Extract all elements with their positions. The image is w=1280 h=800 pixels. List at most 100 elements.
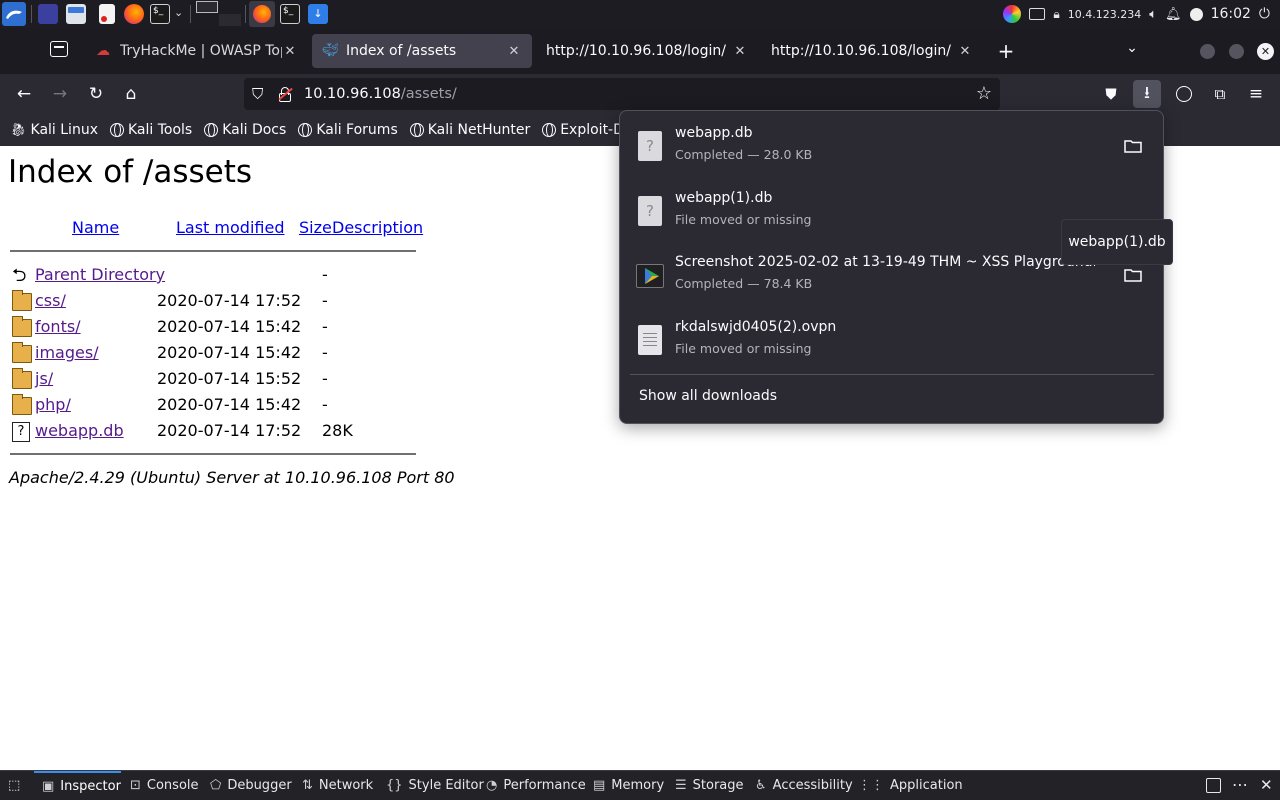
devtools-tab-network[interactable]: ⇅ Network xyxy=(302,771,373,800)
back-arrow-icon[interactable]: ← xyxy=(10,80,38,108)
home-icon[interactable]: ⌂ xyxy=(117,80,145,108)
url-bar[interactable]: ⛉ 10.10.96.108/assets/ ☆ xyxy=(244,78,1000,110)
download-item[interactable]: ? webapp.db Completed — 28.0 KB xyxy=(630,117,1154,181)
column-header-size[interactable]: Size xyxy=(299,218,332,237)
maximize-window-button[interactable] xyxy=(1229,44,1244,59)
bookmark-kali-docs[interactable]: Kali Docs xyxy=(204,122,286,138)
display-icon[interactable] xyxy=(1029,8,1046,20)
element-picker-icon[interactable]: ⬚ xyxy=(8,778,24,794)
text-editor-icon[interactable] xyxy=(99,4,115,24)
devtools-tab-memory[interactable]: ▤ Memory xyxy=(593,771,664,800)
file-link[interactable]: css/ xyxy=(35,291,66,310)
devtools-tab-label: Performance xyxy=(503,778,586,793)
devtools-tab-label: Memory xyxy=(611,778,665,793)
terminal-window-icon[interactable]: $_ xyxy=(280,4,300,24)
kali-menu-icon[interactable] xyxy=(2,2,26,26)
firefox-launcher-icon[interactable] xyxy=(124,4,144,24)
account-icon[interactable] xyxy=(1170,80,1198,108)
list-all-tabs-chevron-icon[interactable]: ⌄ xyxy=(1122,40,1142,60)
downloads-arrow-icon[interactable]: ⭳ xyxy=(1133,80,1161,108)
workspace-2[interactable] xyxy=(219,14,241,26)
devtools-tab-storage[interactable]: ☰ Storage xyxy=(675,771,744,800)
close-window-button[interactable]: ✕ xyxy=(1257,43,1274,60)
bookmark-kali-linux[interactable]: 🐉︎ Kali Linux xyxy=(10,122,98,138)
file-link[interactable]: js/ xyxy=(35,369,53,388)
workspace-icon[interactable] xyxy=(38,4,58,24)
downloads-folder-icon[interactable]: ↓ xyxy=(308,4,328,24)
open-folder-icon[interactable] xyxy=(1124,139,1142,153)
tab-close-icon[interactable]: ✕ xyxy=(506,44,522,59)
chevron-down-icon[interactable]: ⌄ xyxy=(174,6,183,19)
bookmark-kali-nethunter[interactable]: Kali NetHunter xyxy=(409,122,530,138)
download-status: File moved or missing xyxy=(675,341,812,356)
devtools-tab-style-editor[interactable]: {} Style Editor xyxy=(386,771,484,800)
color-picker-icon[interactable] xyxy=(1003,5,1022,23)
devtools-tab-label: Application xyxy=(890,778,963,793)
bookmark-kali-tools[interactable]: Kali Tools xyxy=(109,122,192,138)
devtools-tab-performance[interactable]: ◔ Performance xyxy=(486,771,586,800)
tab-title: TryHackMe | OWASP Top xyxy=(120,43,282,59)
power-icon[interactable]: ⏻ xyxy=(1259,6,1270,22)
extensions-puzzle-icon[interactable]: ⧉ xyxy=(1206,80,1234,108)
tab-tryhackme[interactable]: ☁ TryHackMe | OWASP Top ✕ xyxy=(86,34,308,68)
tab-index-assets[interactable]: 🐳︎ Index of /assets ✕ xyxy=(312,34,532,68)
column-header-name[interactable]: Name xyxy=(72,218,119,237)
forward-arrow-icon[interactable]: → xyxy=(46,80,74,108)
devtools-tab-debugger[interactable]: ⬠ Debugger xyxy=(210,771,292,800)
devtools-tab-console[interactable]: ⊡ Console xyxy=(130,771,199,800)
column-header-description[interactable]: Description xyxy=(332,218,423,237)
devtools-tab-inspector[interactable]: ▣ Inspector xyxy=(34,771,121,800)
show-all-downloads-button[interactable]: Show all downloads xyxy=(639,388,777,404)
file-manager-icon[interactable] xyxy=(66,4,86,24)
minimize-window-button[interactable] xyxy=(1200,44,1215,59)
style-editor-icon: {} xyxy=(386,778,403,793)
dock-side-icon[interactable] xyxy=(1206,778,1221,793)
unknown-file-icon: ? xyxy=(12,422,30,442)
devtools-tab-accessibility[interactable]: ♿︎ Accessibility xyxy=(755,771,853,800)
firefox-window-button[interactable] xyxy=(249,1,275,27)
vpn-lock-icon[interactable]: 🔒︎ xyxy=(1053,7,1059,22)
file-link[interactable]: php/ xyxy=(35,395,71,414)
tab-login-2[interactable]: http://10.10.96.108/login/ ✕ xyxy=(761,34,983,68)
tab-close-icon[interactable]: ✕ xyxy=(282,44,298,59)
parent-directory-icon: ⮌ xyxy=(12,265,27,286)
taskbar-clock: 16:02 xyxy=(1210,6,1251,22)
file-link[interactable]: fonts/ xyxy=(35,317,81,336)
close-devtools-icon[interactable]: ✕ xyxy=(1260,776,1273,794)
power-status-icon[interactable] xyxy=(1189,7,1203,21)
reload-icon[interactable]: ↻ xyxy=(82,80,110,108)
more-options-icon[interactable]: ⋯ xyxy=(1232,775,1248,794)
file-date: 2020-07-14 15:42 xyxy=(157,395,302,414)
file-date: 2020-07-14 17:52 xyxy=(157,291,302,310)
tab-close-icon[interactable]: ✕ xyxy=(957,44,973,59)
page-title: Index of /assets xyxy=(8,154,253,190)
hamburger-menu-icon[interactable]: ≡ xyxy=(1242,80,1270,108)
bookmark-star-icon[interactable]: ☆ xyxy=(976,83,992,104)
download-item[interactable]: rkdalswjd0405(2).ovpn File moved or miss… xyxy=(630,311,1154,375)
taskbar-separator xyxy=(31,5,32,23)
tab-login-1[interactable]: http://10.10.96.108/login/ ✕ xyxy=(536,34,758,68)
insecure-lock-icon[interactable] xyxy=(278,86,293,102)
file-size: - xyxy=(322,395,328,414)
tracking-shield-icon[interactable]: ⛉ xyxy=(252,85,268,103)
open-folder-icon[interactable] xyxy=(1124,268,1142,282)
file-link[interactable]: Parent Directory xyxy=(35,265,165,284)
globe-icon xyxy=(204,123,219,137)
pocket-icon[interactable]: ⛊ xyxy=(1097,80,1125,108)
volume-icon[interactable]: 🔈︎ xyxy=(1149,7,1157,22)
workspace-1[interactable] xyxy=(196,1,218,13)
devtools-tab-application[interactable]: ⋮⋮ Application xyxy=(858,771,963,800)
inspector-icon: ▣ xyxy=(42,779,55,794)
firefox-view-icon[interactable] xyxy=(50,41,68,57)
notification-bell-icon[interactable]: 🔔︎ xyxy=(1165,7,1182,22)
file-link[interactable]: webapp.db xyxy=(35,421,124,440)
tab-close-icon[interactable]: ✕ xyxy=(732,44,748,59)
file-date: 2020-07-14 15:42 xyxy=(157,343,302,362)
bookmark-kali-forums[interactable]: Kali Forums xyxy=(298,122,398,138)
url-path: /assets/ xyxy=(400,86,457,102)
file-link[interactable]: images/ xyxy=(35,343,99,362)
terminal-launcher-icon[interactable]: $_ xyxy=(150,4,170,24)
column-header-last-modified[interactable]: Last modified xyxy=(176,218,284,237)
performance-icon: ◔ xyxy=(486,778,498,793)
new-tab-plus-icon[interactable]: + xyxy=(994,36,1018,66)
